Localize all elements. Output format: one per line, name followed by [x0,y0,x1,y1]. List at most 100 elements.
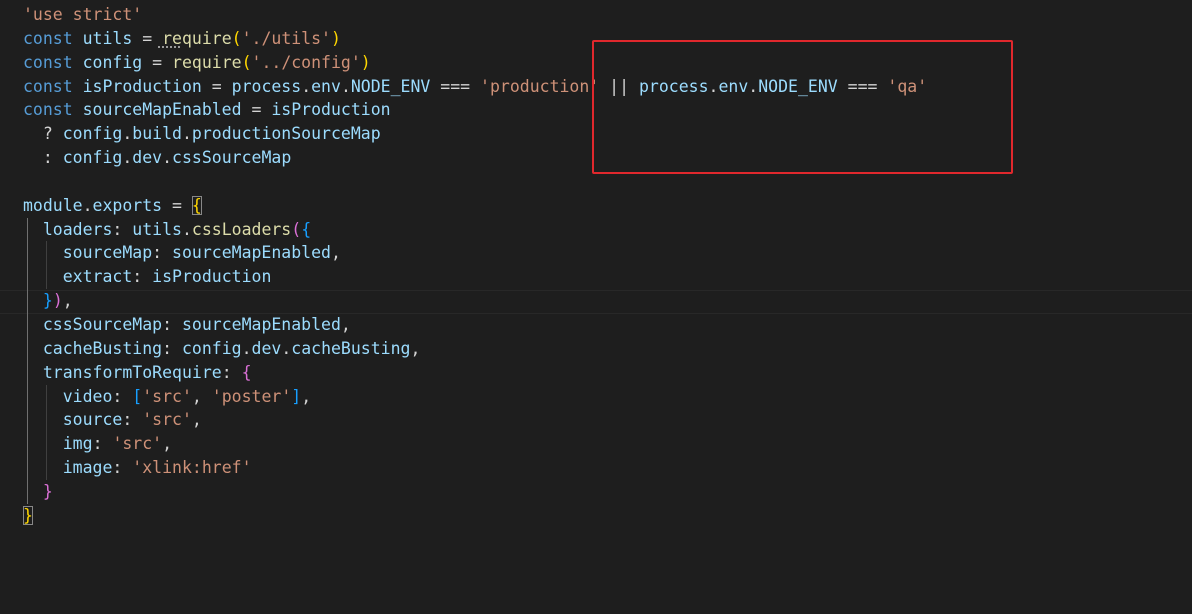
code-line[interactable]: module.exports = { [0,194,1192,218]
code-token: config [62,148,123,168]
code-token: config [82,52,143,72]
code-token: NODE_ENV [350,76,431,96]
code-line[interactable]: loaders: utils.cssLoaders({ [0,217,1192,242]
code-token: = [162,195,192,215]
code-line[interactable]: video: ['src', 'poster'], [0,384,1192,409]
code-token: transformToRequire [42,362,222,382]
code-token: config [62,124,123,144]
indent-guide [27,456,28,480]
code-token: ] [291,386,302,406]
code-token: '../config' [251,52,361,72]
code-token: ) [360,52,371,72]
code-token: config [181,338,242,358]
code-token: 'src' [142,386,192,406]
code-line[interactable]: } [0,504,1192,528]
code-token: , [410,338,421,358]
code-token: 'src' [112,434,163,454]
code-token: , [62,291,73,311]
indent-guide [46,241,47,266]
code-line[interactable]: 'use strict' [0,3,1192,27]
code-token: const [23,76,73,96]
code-token: : [23,148,63,168]
code-token: } [42,291,53,311]
code-line[interactable]: extract: isProduction [0,265,1192,290]
code-token: process [231,76,302,96]
code-token: } [42,481,53,501]
code-token: . [340,76,351,96]
indent-guide [27,289,28,313]
code-token: , [191,410,202,430]
code-token: isProduction [152,267,272,287]
code-token: . [181,124,192,144]
code-token: . [82,195,93,215]
code-token: isProduction [271,100,391,120]
code-token: require [172,52,242,72]
indent-guide [27,265,28,290]
code-token: : [162,338,182,358]
code-line[interactable]: source: 'src', [0,408,1192,433]
code-token: . [162,148,173,168]
code-token: . [301,76,312,96]
indent-guide [27,360,28,385]
indent-guide [46,384,47,409]
code-token: : [122,410,143,430]
code-token: ( [231,28,242,48]
code-token: ( [241,52,252,72]
code-token: , [330,243,341,263]
code-token: video [62,386,113,406]
code-token: = [142,52,173,72]
indent-guide [46,408,47,433]
code-token: : [152,243,173,263]
code-token: cacheBusting [42,338,163,358]
code-line[interactable]: transformToRequire: { [0,360,1192,385]
code-line[interactable]: cssSourceMap: sourceMapEnabled, [0,312,1192,337]
code-line[interactable]: } [0,479,1192,504]
code-token: . [122,148,133,168]
code-token: exports [92,195,163,215]
indent-guide [27,217,28,242]
code-line[interactable]: img: 'src', [0,432,1192,457]
code-editor[interactable]: 'use strict' const utils = require('./uti… [0,0,1192,614]
code-token: 'src' [142,410,192,430]
code-token: 'poster' [211,386,292,406]
indent-guide [27,241,28,266]
code-token: sourceMapEnabled [181,314,341,334]
indent-guide [27,384,28,409]
code-line[interactable]: }), [0,289,1192,313]
annotation-highlight-box [592,40,1013,174]
code-token: source [62,410,123,430]
code-token: , [191,386,212,406]
code-token: productionSourceMap [191,124,381,144]
code-token: { [301,219,312,239]
code-token: sourceMapEnabled [82,100,242,120]
code-token: dev [251,338,282,358]
code-token: cssSourceMap [172,148,292,168]
code-token: = [201,76,232,96]
code-line[interactable]: sourceMap: sourceMapEnabled, [0,241,1192,266]
code-token: ) [52,291,63,311]
code-token: build [132,124,182,144]
code-line[interactable]: image: 'xlink:href' [0,456,1192,480]
code-token: image [62,458,113,478]
code-token: , [340,314,351,334]
indent-guide [27,408,28,433]
code-token: sourceMapEnabled [172,243,331,263]
code-token: : [221,362,242,382]
code-token: extract [62,267,133,287]
code-token: : [92,434,113,454]
code-line[interactable]: cacheBusting: config.dev.cacheBusting, [0,336,1192,361]
code-token: isProduction [82,76,202,96]
code-token: const [23,100,73,120]
code-token: : [132,267,153,287]
